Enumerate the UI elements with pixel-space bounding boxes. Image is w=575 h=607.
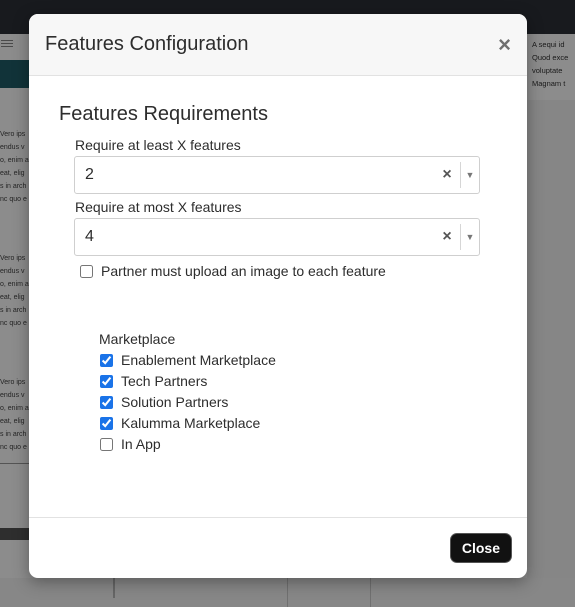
section-title: Features Requirements: [59, 103, 268, 125]
image-upload-option[interactable]: Partner must upload an image to each fea…: [80, 263, 386, 279]
marketplace-checkbox[interactable]: [100, 374, 113, 388]
marketplace-option-label: Kalumma Marketplace: [121, 415, 261, 431]
image-upload-checkbox[interactable]: [80, 264, 93, 278]
clear-icon[interactable]: ×: [434, 166, 460, 184]
image-upload-label: Partner must upload an image to each fea…: [101, 263, 386, 279]
min-features-select[interactable]: 2 × ▼: [74, 156, 480, 194]
chevron-down-icon[interactable]: ▼: [461, 170, 479, 180]
max-features-value: 4: [85, 228, 94, 245]
marketplace-checkbox[interactable]: [100, 416, 113, 430]
marketplace-checkbox[interactable]: [100, 353, 113, 367]
clear-icon[interactable]: ×: [434, 228, 460, 246]
close-icon[interactable]: ×: [498, 33, 511, 56]
modal-footer: Close: [29, 517, 527, 578]
marketplace-option-label: Tech Partners: [121, 373, 208, 389]
marketplace-checkbox[interactable]: [100, 395, 113, 409]
marketplace-option[interactable]: Solution Partners: [100, 394, 228, 410]
chevron-down-icon[interactable]: ▼: [461, 232, 479, 242]
modal-header: Features Configuration ×: [29, 14, 527, 76]
features-configuration-modal: Features Configuration × Features Requir…: [29, 14, 527, 578]
min-features-label: Require at least X features: [75, 137, 241, 153]
marketplace-checkbox[interactable]: [100, 437, 113, 451]
marketplace-option[interactable]: Kalumma Marketplace: [100, 415, 260, 431]
marketplace-option-label: Enablement Marketplace: [121, 352, 276, 368]
max-features-select[interactable]: 4 × ▼: [74, 218, 480, 256]
marketplace-label: Marketplace: [99, 331, 176, 347]
marketplace-option[interactable]: Tech Partners: [100, 373, 207, 389]
modal-body: Features Requirements Require at least X…: [29, 76, 527, 516]
marketplace-option-label: In App: [121, 436, 161, 452]
modal-title: Features Configuration: [45, 33, 249, 55]
min-features-value: 2: [85, 166, 94, 183]
max-features-label: Require at most X features: [75, 199, 242, 215]
marketplace-option[interactable]: In App: [100, 436, 161, 452]
close-button[interactable]: Close: [450, 534, 511, 562]
marketplace-option[interactable]: Enablement Marketplace: [100, 352, 276, 368]
marketplace-option-label: Solution Partners: [121, 394, 229, 410]
